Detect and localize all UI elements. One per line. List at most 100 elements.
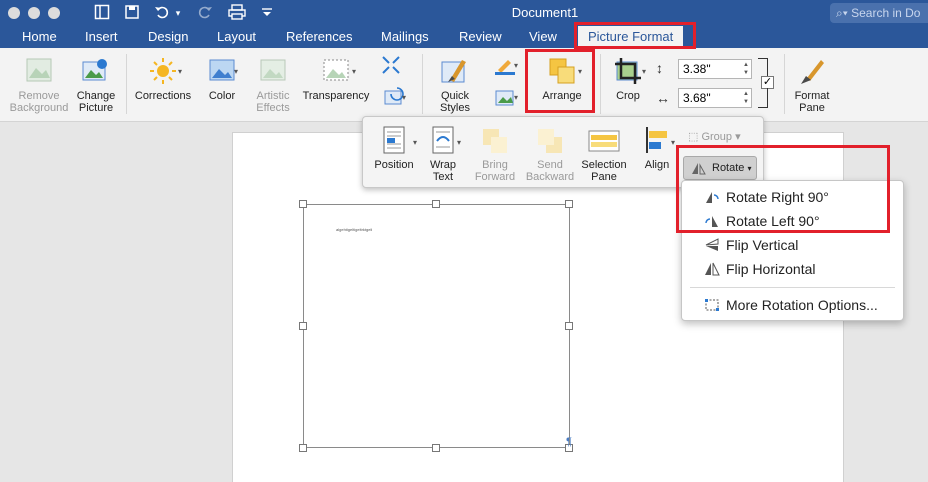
quick-styles-label-1: Quick — [440, 90, 470, 102]
sun-icon — [148, 56, 178, 86]
artistic-effects-icon — [258, 56, 288, 86]
flip-horizontal-item[interactable]: Flip Horizontal — [682, 258, 903, 280]
tab-insert[interactable]: Insert — [85, 29, 118, 44]
chevron-down-icon: ▾ — [178, 67, 183, 76]
wrap-text-label-2: Text — [432, 171, 454, 183]
resize-handle-top-right[interactable] — [565, 200, 573, 208]
chevron-down-icon: ▾ — [457, 138, 462, 147]
color-label: Color — [208, 90, 236, 102]
corrections-button[interactable]: Corrections ▾ — [132, 48, 194, 102]
remove-background-button[interactable]: Remove Background — [8, 48, 70, 114]
resize-handle-left[interactable] — [299, 322, 307, 330]
align-button[interactable]: Align ▾ — [637, 117, 677, 171]
tab-references[interactable]: References — [286, 29, 352, 44]
compress-icon — [382, 56, 400, 74]
menu-divider — [690, 287, 895, 288]
format-pane-label-2: Pane — [799, 102, 825, 114]
position-label: Position — [374, 159, 414, 171]
bring-forward-label-1: Bring — [482, 159, 508, 171]
quick-styles-icon — [440, 56, 470, 86]
chevron-down-icon: ▾ — [352, 67, 357, 76]
picture-effects-icon — [495, 90, 514, 106]
highlight-arrange-button — [525, 49, 595, 113]
resize-handle-top[interactable] — [432, 200, 440, 208]
flip-vertical-icon — [705, 238, 719, 251]
ribbon: Remove Background Change Picture Correct… — [0, 48, 928, 122]
flip-horizontal-label: Flip Horizontal — [726, 261, 816, 277]
paragraph-mark: ¶ — [566, 436, 572, 448]
format-pane-label-1: Format — [794, 90, 830, 102]
bring-forward-label-2: Forward — [474, 171, 516, 183]
send-backward-button[interactable]: Send Backward — [523, 117, 577, 183]
artistic-effects-button[interactable]: Artistic Effects — [250, 48, 296, 114]
transparency-label: Transparency — [302, 90, 370, 102]
send-backward-label-1: Send — [537, 159, 563, 171]
selected-picture[interactable] — [303, 204, 570, 448]
chevron-down-icon: ▾ — [732, 131, 741, 143]
width-stepper[interactable]: ▲ ▼ — [743, 90, 749, 106]
ribbon-separator — [422, 54, 423, 114]
picture-border-button[interactable]: ▾ — [488, 56, 522, 79]
reset-picture-button[interactable]: ▾ — [376, 86, 412, 111]
group-icon: ⬚ — [688, 131, 702, 143]
pen-icon — [495, 60, 515, 75]
flip-vertical-item[interactable]: Flip Vertical — [682, 234, 903, 256]
bring-forward-icon — [481, 125, 509, 155]
ribbon-tab-bar: Home Insert Design Layout References Mai… — [0, 26, 928, 48]
ribbon-separator — [126, 54, 127, 114]
resize-handle-bottom-left[interactable] — [299, 444, 307, 452]
tab-layout[interactable]: Layout — [217, 29, 256, 44]
selection-pane-icon — [587, 125, 621, 155]
compress-pictures-button[interactable] — [376, 54, 406, 79]
picture-effects-button[interactable]: ▾ — [488, 88, 522, 111]
width-icon: ↔ — [656, 90, 670, 106]
width-field[interactable]: 3.68" ▲ ▼ — [678, 88, 752, 108]
resize-handle-right[interactable] — [565, 322, 573, 330]
resize-handle-top-left[interactable] — [299, 200, 307, 208]
crop-label: Crop — [616, 90, 640, 102]
change-picture-label-1: Change — [76, 90, 116, 102]
tab-view[interactable]: View — [529, 29, 557, 44]
picture-tiny-text: algehtigeltigeltrktgeli — [336, 227, 373, 232]
group-button[interactable]: ⬚ Group ▾ — [688, 130, 741, 143]
paintbrush-icon — [797, 56, 827, 86]
send-backward-label-2: Backward — [525, 171, 575, 183]
change-picture-button[interactable]: Change Picture — [72, 48, 120, 114]
transparency-icon — [321, 56, 351, 86]
more-rotation-options-icon — [705, 299, 719, 311]
search-input[interactable]: ⌕▾ Search in Do — [830, 3, 928, 23]
quick-styles-button[interactable]: Quick Styles — [430, 48, 480, 114]
resize-handle-bottom[interactable] — [432, 444, 440, 452]
format-pane-button[interactable]: Format Pane — [790, 48, 834, 114]
change-picture-icon — [81, 56, 111, 86]
flip-vertical-label: Flip Vertical — [726, 237, 799, 253]
wrap-text-button[interactable]: Wrap Text ▾ — [423, 117, 463, 183]
align-icon — [643, 125, 671, 155]
chevron-down-icon: ▾ — [671, 138, 676, 147]
tab-design[interactable]: Design — [148, 29, 188, 44]
position-button[interactable]: Position ▾ — [369, 117, 419, 171]
position-icon — [380, 125, 408, 155]
color-button[interactable]: Color ▾ — [200, 48, 244, 102]
width-value: 3.68" — [683, 91, 711, 105]
height-stepper[interactable]: ▲ ▼ — [743, 61, 749, 77]
tab-mailings[interactable]: Mailings — [381, 29, 429, 44]
more-rotation-options-item[interactable]: More Rotation Options... — [682, 294, 903, 316]
tab-home[interactable]: Home — [22, 29, 57, 44]
height-value: 3.38" — [683, 62, 711, 76]
change-picture-label-2: Picture — [78, 102, 114, 114]
crop-button[interactable]: Crop ▾ — [606, 48, 650, 102]
bring-forward-button[interactable]: Bring Forward — [469, 117, 521, 183]
chevron-down-icon: ▾ — [413, 138, 418, 147]
lock-bracket-bottom — [758, 88, 768, 108]
title-bar: ▾ Document1 ⌕▾ Search in Do — [0, 0, 928, 26]
tab-review[interactable]: Review — [459, 29, 502, 44]
color-icon — [207, 56, 237, 86]
search-icon: ⌕▾ — [836, 6, 852, 20]
chevron-down-icon: ▾ — [234, 67, 239, 76]
selection-pane-button[interactable]: Selection Pane — [577, 117, 631, 183]
corrections-label: Corrections — [134, 90, 192, 102]
transparency-button[interactable]: Transparency ▾ — [300, 48, 372, 102]
height-field[interactable]: 3.38" ▲ ▼ — [678, 59, 752, 79]
remove-background-icon — [24, 56, 54, 86]
